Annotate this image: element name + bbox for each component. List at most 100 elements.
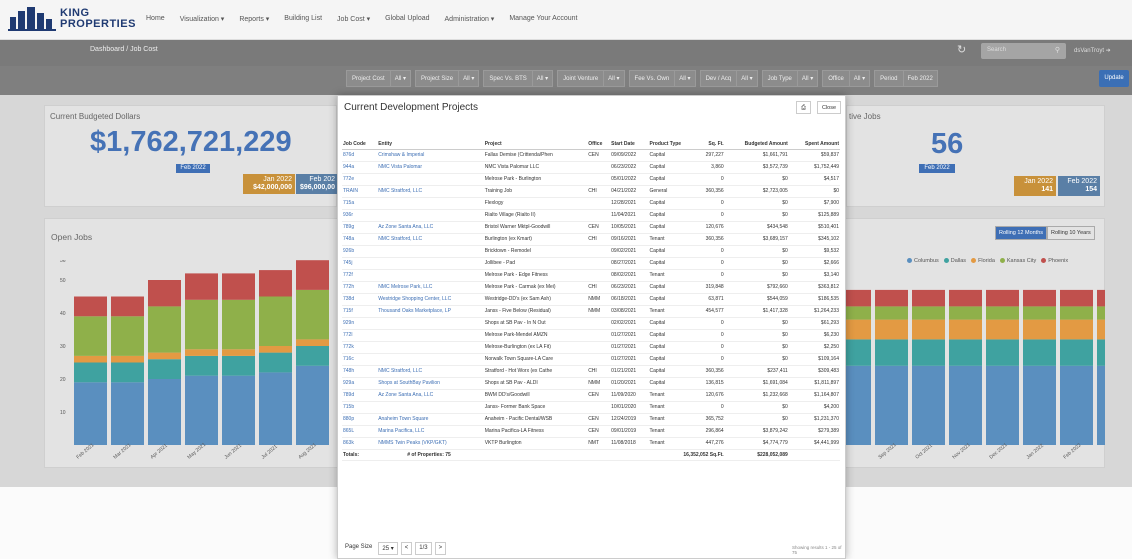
table-row[interactable]: 772f Melrose Park - Edge Fitness 08/02/202… [342,269,840,282]
job-code-link[interactable]: 936r [342,209,378,222]
job-code-link[interactable]: 929n [342,317,378,330]
entity-link[interactable]: Crimshaw & Imperial [377,149,484,162]
entity-link[interactable]: Thousand Oaks Marketplace, LP [377,305,484,318]
table-row[interactable]: 926b Bricktown - Remodel 09/02/2021 Capital… [342,245,840,258]
nav-job-cost[interactable]: Job Cost ▾ [337,15,370,23]
table-row[interactable]: 738d Westridge Shopping Center, LLC Westri… [342,293,840,306]
table-row[interactable]: 748h NMC Stratford, LLC Stratford - Hot Wo… [342,365,840,378]
job-code-link[interactable]: 772e [342,173,378,186]
nav-home[interactable]: Home [146,15,165,23]
job-code-link[interactable]: 715f [342,305,378,318]
table-row[interactable]: 865L Marina Pacifica, LLC Marina Pacifica-… [342,425,840,438]
job-code-link[interactable]: 715a [342,197,378,210]
filter-dropdown[interactable]: All ▾ [389,71,410,86]
job-code-link[interactable]: 716c [342,353,378,366]
job-code-link[interactable]: 926b [342,245,378,258]
search-input[interactable]: Search ⚲ [981,43,1066,59]
filter-dropdown[interactable]: All ▾ [674,71,694,86]
column-header[interactable]: Start Date [610,139,649,150]
filter-fee-vs-own[interactable]: Fee Vs. Own All ▾ [628,70,696,87]
filter-project-cost[interactable]: Project Cost All ▾ [346,70,412,87]
job-code-link[interactable]: 715b [342,401,378,414]
table-row[interactable]: 929n Shops at SB Pav - In N Out 02/02/2021… [342,317,840,330]
filter-dropdown[interactable]: Feb 2022 [902,71,937,86]
column-header[interactable]: Spent Amount [788,139,840,150]
page-size-select[interactable]: 25 ▾ [378,542,398,555]
filter-dropdown[interactable]: All ▾ [531,71,552,86]
nav-manage-account[interactable]: Manage Your Account [509,15,577,23]
filter-office[interactable]: Office All ▾ [822,70,871,87]
entity-link[interactable]: Az Zone Santa Ana, LLC [377,389,484,402]
column-header[interactable]: Office [587,139,611,150]
search-icon[interactable]: ⚲ [1055,46,1060,54]
nav-global-upload[interactable]: Global Upload [385,15,429,23]
column-header[interactable]: Project [483,139,588,150]
entity-link[interactable]: Az Zone Santa Ana, LLC [377,221,484,234]
table-row[interactable]: 876d Crimshaw & Imperial Fallas Demise (Cr… [342,149,840,162]
table-row[interactable]: 772k Melrose-Burlington (ex LA Fit) 01/27/… [342,341,840,354]
filter-period[interactable]: Period Feb 2022 [874,70,938,87]
job-code-link[interactable]: 929a [342,377,378,390]
entity-link[interactable]: NMC Vista Palomar [377,161,484,174]
table-row[interactable]: 929a Shops at SouthBay Pavilion Shops at S… [342,377,840,390]
nav-reports[interactable]: Reports ▾ [239,15,269,23]
table-row[interactable]: 772l Melrose Park-Mendel AMZN 01/27/2021 Ca… [342,329,840,342]
column-header[interactable]: Job Code [342,139,378,150]
table-row[interactable]: TRAIN NMC Stratford, LLC Training Job CHI 04… [342,185,840,198]
filter-dev-acq[interactable]: Dev / Acq All ▾ [699,70,758,87]
job-code-link[interactable]: TRAIN [342,185,378,198]
table-row[interactable]: 772e Melrose Park - Burlington 05/01/2022 C… [342,173,840,186]
company-logo[interactable]: KING PROPERTIES [8,7,136,31]
filter-joint-venture[interactable]: Joint Venture All ▾ [557,70,625,87]
column-header[interactable]: Budgeted Amount [724,139,789,150]
entity-link[interactable]: NMC Stratford, LLC [377,185,484,198]
user-menu[interactable]: dsVanTroyt ➜ [1074,47,1111,54]
table-row[interactable]: 715a Flexlogy 12/28/2021 Capital 0 $0 $7,900 [342,197,840,210]
job-code-link[interactable]: 863k [342,437,378,450]
table-row[interactable]: 715f Thousand Oaks Marketplace, LP Janss -… [342,305,840,318]
table-row[interactable]: 745j Jollibee - Pad 08/27/2021 Capital 0 $0 $2… [342,257,840,270]
job-code-link[interactable]: 745j [342,257,378,270]
table-row[interactable]: 944a NMC Vista Palomar NMC Vista Palomar L… [342,161,840,174]
nav-visualization[interactable]: Visualization ▾ [180,15,225,23]
job-code-link[interactable]: 772k [342,341,378,354]
job-code-link[interactable]: 772h [342,281,378,294]
job-code-link[interactable]: 748a [342,233,378,246]
prev-page-button[interactable]: < [400,542,413,555]
column-header[interactable]: Product Type [648,139,697,150]
export-icon[interactable]: ⎙ [796,101,811,114]
next-page-button[interactable]: > [434,542,447,555]
filter-project-size[interactable]: Project Size All ▾ [415,70,480,87]
filter-spec-vs-bts[interactable]: Spec Vs. BTS All ▾ [483,70,554,87]
job-code-link[interactable]: 880p [342,413,378,426]
filter-dropdown[interactable]: All ▾ [796,71,817,86]
rolling-10-years-button[interactable]: Rolling 10 Years [1047,226,1095,240]
update-button[interactable]: Update [1099,70,1129,87]
close-button[interactable]: Close [817,101,841,114]
job-code-link[interactable]: 738d [342,293,378,306]
entity-link[interactable]: Shops at SouthBay Pavilion [377,377,484,390]
column-header[interactable]: Sq. Ft. [696,139,725,150]
table-row[interactable]: 863k NMMS Twin Peaks (VKP/GKT) VKTP Burlin… [342,437,840,450]
entity-link[interactable]: NMC Stratford, LLC [377,233,484,246]
nav-building-list[interactable]: Building List [284,15,322,23]
filter-dropdown[interactable]: All ▾ [736,71,756,86]
refresh-icon[interactable]: ↻ [957,43,966,56]
table-row[interactable]: 772h NMC Melrose Park, LLC Melrose Park - … [342,281,840,294]
job-code-link[interactable]: 789g [342,221,378,234]
job-code-link[interactable]: 789d [342,389,378,402]
entity-link[interactable]: NMC Stratford, LLC [377,365,484,378]
job-code-link[interactable]: 748h [342,365,378,378]
filter-dropdown[interactable]: All ▾ [458,71,478,86]
entity-link[interactable]: Marina Pacifica, LLC [377,425,484,438]
table-row[interactable]: 936r Rialto Village (Rialto II) 11/04/2021… [342,209,840,222]
entity-link[interactable]: NMC Melrose Park, LLC [377,281,484,294]
job-code-link[interactable]: 876d [342,149,378,162]
table-row[interactable]: 748a NMC Stratford, LLC Burlington (ex Kma… [342,233,840,246]
job-code-link[interactable]: 772l [342,329,378,342]
column-header[interactable]: Entity [377,139,484,150]
entity-link[interactable]: NMMS Twin Peaks (VKP/GKT) [377,437,484,450]
table-row[interactable]: 716c Norwalk Town Square-LA Care 01/27/202… [342,353,840,366]
job-code-link[interactable]: 944a [342,161,378,174]
entity-link[interactable]: Anaheim Town Square [377,413,484,426]
